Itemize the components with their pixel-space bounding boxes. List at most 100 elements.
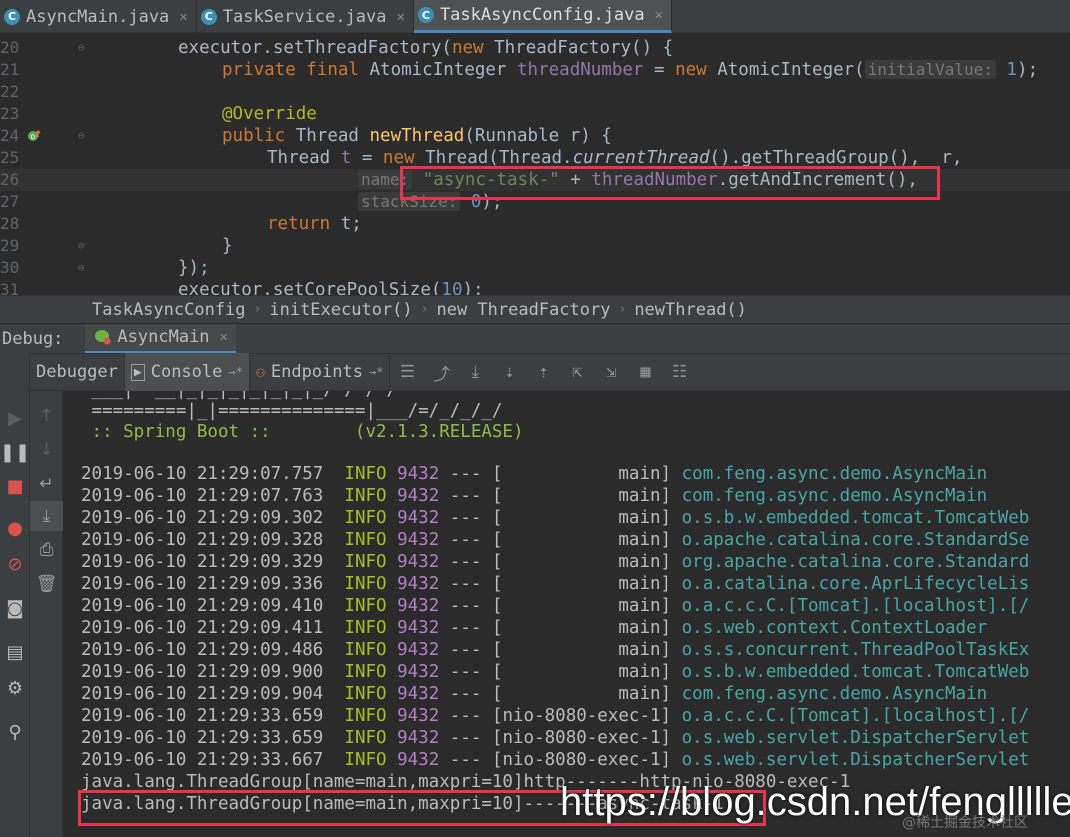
line-number: 25 [0,148,20,167]
run-tab-label: AsyncMain [117,327,210,347]
debug-toolbar: ↻ Debugger ▶ Console →* ⚇ Endpoints →* ☰… [0,353,1070,391]
pin-icon[interactable]: ⚲ [0,717,30,747]
tab-asyncmain[interactable]: C AsyncMain.java ✕ [0,0,197,33]
fold-icon[interactable]: ⊖ [78,235,85,257]
line-number: 27 [0,192,20,211]
log-line: 2019-06-10 21:29:33.659 INFO 9432 --- [n… [81,706,1030,726]
log-line: 2019-06-10 21:29:09.336 INFO 9432 --- [ … [81,574,1030,594]
soft-wrap-icon[interactable]: ↵ [30,469,63,499]
step-into-icon[interactable]: ⇣ [492,353,526,391]
log-line: 2019-06-10 21:29:09.410 INFO 9432 --- [ … [81,596,1030,616]
line-number: 22 [0,82,20,101]
trash-icon[interactable]: 🗑 [30,569,63,599]
show-execution-point-icon[interactable]: ⤴ [424,353,458,391]
override-icon[interactable]: o [27,129,41,143]
fold-icon[interactable]: ⊖ [78,125,85,147]
code-line: 28 return t; [0,214,362,234]
log-line: 2019-06-10 21:29:09.411 INFO 9432 --- [ … [81,618,988,638]
editor-tab-bar: C AsyncMain.java ✕ C TaskService.java ✕ … [0,0,1070,33]
close-icon[interactable]: ✕ [397,9,405,25]
close-icon[interactable]: ✕ [220,329,228,345]
tab-console[interactable]: ▶ Console →* [124,353,250,391]
watermark: @稀土掘金技术社区 [902,815,1028,831]
code-line: 24 o ⊖ public Thread newThread(Runnable … [0,125,612,147]
scroll-to-end-icon[interactable]: ⤓ [30,501,63,531]
breadcrumb-item[interactable]: new ThreadFactory [436,300,610,320]
debug-side-toolbar: ▶ ❚❚ ■ ● ⊘ ◙ ▤ ⚙ ⚲ [0,353,30,837]
code-line: 31 executor.setCorePoolSize(10); [0,279,1070,295]
line-number: 21 [0,60,20,79]
camera-icon[interactable]: ◙ [0,593,30,623]
close-icon[interactable]: ✕ [179,9,187,25]
breadcrumb: TaskAsyncConfig › initExecutor() › new T… [0,295,1070,323]
tab-label: Console [150,362,223,382]
breadcrumb-item[interactable]: initExecutor() [269,300,412,320]
step-out-icon[interactable]: ⇡ [526,353,560,391]
code-line: 20 ⊖ executor.setThreadFactory(new Threa… [0,37,674,59]
chevron-right-icon: › [420,302,429,317]
close-icon[interactable]: ✕ [655,7,663,23]
pin-icon[interactable]: →* [228,365,242,379]
endpoints-icon: ⚇ [255,363,265,381]
class-icon: C [417,7,434,23]
resume-icon[interactable]: ▶ [0,403,30,433]
tab-asyncmain-debug[interactable]: AsyncMain ✕ [85,323,236,354]
line-number: 20 [0,38,20,57]
code-line: 29 ⊖ } [0,235,233,257]
layout-icon[interactable]: ▤ [0,637,30,667]
fold-icon[interactable]: ⊖ [78,37,85,59]
trace-icon[interactable]: ☷ [662,353,696,391]
line-number: 23 [0,104,20,123]
menu-icon[interactable]: ☰ [390,353,424,391]
log-line: 2019-06-10 21:29:09.900 INFO 9432 --- [ … [81,662,1030,682]
chevron-right-icon: › [618,302,627,317]
code-line: 23 @Override [0,104,317,124]
arrow-down-icon[interactable]: ↓ [30,435,63,465]
log-line: 2019-06-10 21:29:09.486 INFO 9432 --- [ … [81,640,1030,660]
stop-icon[interactable]: ■ [0,471,30,501]
code-line: 30 ⊖ }); [0,257,210,279]
log-line: 2019-06-10 21:29:33.667 INFO 9432 --- [n… [81,750,1030,770]
code-line: 22 [0,81,1070,103]
log-line: 2019-06-10 21:29:09.302 INFO 9432 --- [ … [81,508,1030,528]
class-icon: C [4,8,20,25]
tab-taskservice[interactable]: C TaskService.java ✕ [197,0,414,33]
code-line: 21 private final AtomicInteger threadNum… [0,60,1039,80]
console-line: =========|_|==============|___/=/_/_/_/ [81,401,503,421]
log-line: 2019-06-10 21:29:07.763 INFO 9432 --- [ … [81,486,988,506]
code-editor[interactable]: 20 ⊖ executor.setThreadFactory(new Threa… [0,33,1070,295]
breadcrumb-item[interactable]: newThread() [634,300,747,320]
fold-icon[interactable]: ⊖ [78,257,85,279]
view-breakpoints-icon[interactable]: ● [0,513,30,543]
evaluate-icon[interactable]: ▦ [628,353,662,391]
pin-icon[interactable]: →* [369,365,383,379]
step-over-icon[interactable]: ⤓ [458,353,492,391]
tab-label: TaskAsyncConfig.java [439,5,645,25]
log-line: 2019-06-10 21:29:33.659 INFO 9432 --- [n… [81,728,1030,748]
arrow-up-icon[interactable]: ↑ [30,401,63,431]
log-line: 2019-06-10 21:29:09.329 INFO 9432 --- [ … [81,552,1030,572]
console-output[interactable]: ___| __|_|_|_|_|_|_|_/ / / / =========|_… [63,391,1070,837]
log-line: 2019-06-10 21:29:07.757 INFO 9432 --- [ … [81,464,988,484]
log-line: 2019-06-10 21:29:09.328 INFO 9432 --- [ … [81,530,1030,550]
tab-label: AsyncMain.java [26,6,170,27]
tab-label: TaskService.java [222,6,387,27]
chevron-right-icon: › [253,302,262,317]
pause-icon[interactable]: ❚❚ [0,437,30,467]
log-line: 2019-06-10 21:29:09.904 INFO 9432 --- [ … [81,684,988,704]
debug-label: Debug: [2,328,64,349]
run-to-cursor-icon[interactable]: ⇱ [560,353,594,391]
debug-header: Debug: AsyncMain ✕ [0,323,1070,354]
print-icon[interactable]: ⎙ [30,535,63,565]
tab-label: Debugger [36,362,118,382]
gear-icon[interactable]: ⚙ [0,673,30,703]
tab-debugger[interactable]: Debugger [30,353,125,391]
tab-endpoints[interactable]: ⚇ Endpoints →* [250,353,391,391]
tab-label: Endpoints [270,362,363,382]
breadcrumb-item[interactable]: TaskAsyncConfig [92,300,246,320]
class-icon: C [200,8,217,25]
line-number: 28 [0,214,20,233]
mute-breakpoints-icon[interactable]: ⊘ [0,549,30,579]
tab-taskasyncconfig[interactable]: C TaskAsyncConfig.java ✕ [413,0,673,33]
force-step-icon[interactable]: ⇲ [594,353,628,391]
